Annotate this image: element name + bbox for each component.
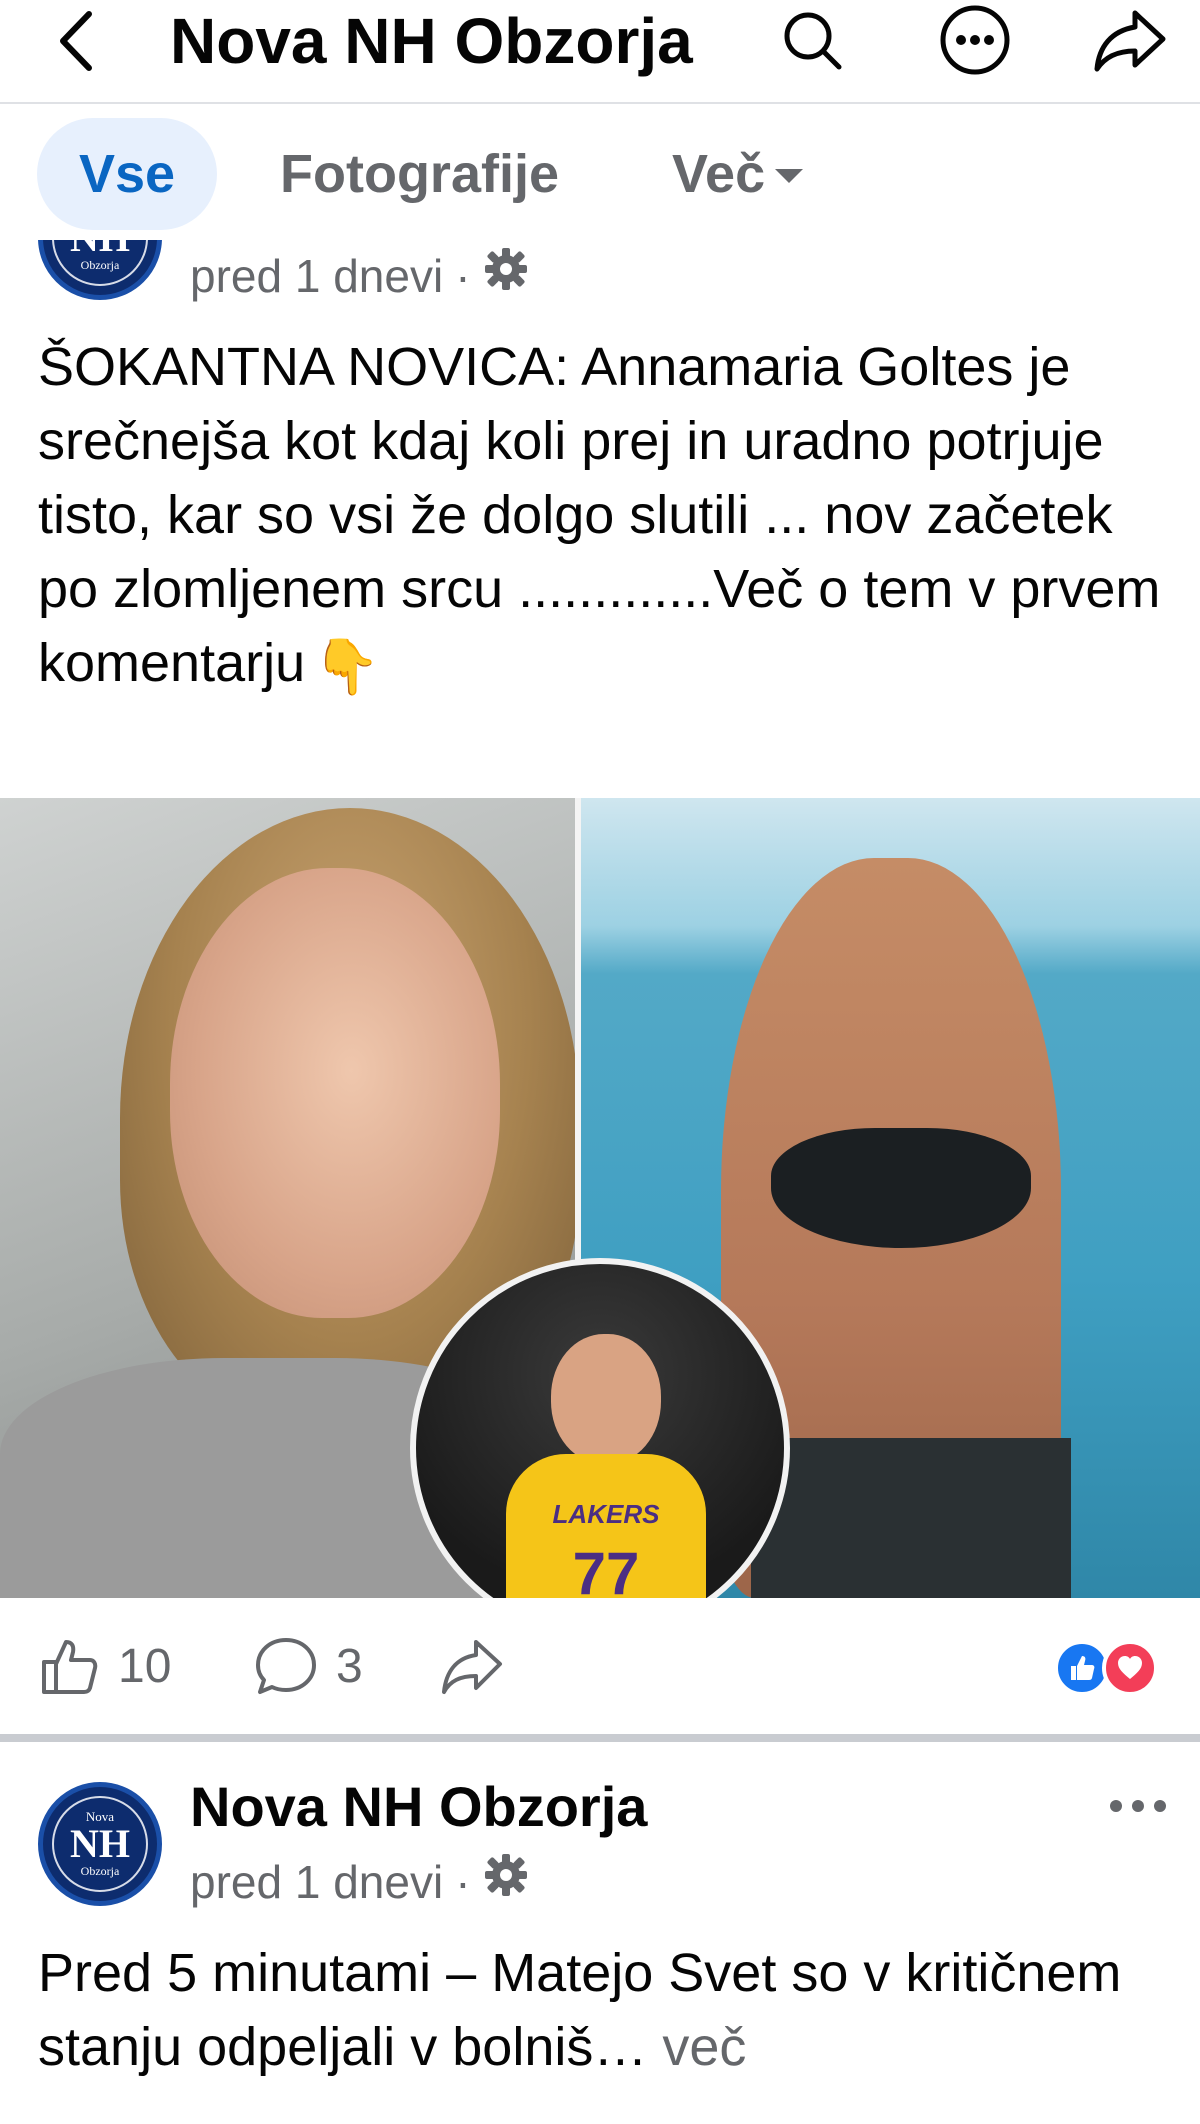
avatar-bottom-text: Obzorja [80, 1864, 120, 1878]
search-icon[interactable] [772, 2, 852, 78]
tab-more[interactable]: Več [672, 118, 804, 230]
page-title: Nova NH Obzorja [170, 5, 693, 77]
tab-more-label: Več [672, 144, 766, 204]
thumbs-up-icon [42, 1640, 98, 1694]
post-actions: 10 3 [0, 1600, 1200, 1730]
meta-separator: · [455, 1856, 471, 1908]
back-arrow-icon[interactable] [50, 6, 100, 76]
like-count: 10 [118, 1639, 172, 1693]
post-options-icon[interactable] [1106, 1786, 1170, 1826]
pointing-down-emoji: 👇 [313, 636, 381, 697]
post-text: Pred 5 minutami – Matejo Svet so v kriti… [38, 1936, 1168, 2084]
share-button[interactable] [440, 1634, 504, 1698]
like-button[interactable]: 10 [36, 1634, 171, 1698]
post-time[interactable]: pred 1 dnevi [190, 246, 443, 306]
comment-count: 3 [336, 1639, 363, 1693]
avatar: Nova NH Obzorja [38, 240, 162, 300]
more-options-icon[interactable] [935, 2, 1015, 78]
gear-icon [483, 246, 529, 306]
comment-button[interactable]: 3 [254, 1634, 363, 1698]
avatar-bottom-text: Obzorja [80, 258, 120, 272]
avatar-main-text: NH [70, 240, 130, 258]
tab-all[interactable]: Vse [37, 118, 217, 230]
gear-icon [483, 1852, 529, 1912]
top-bar: Nova NH Obzorja [0, 0, 1200, 104]
meta-separator: · [455, 250, 471, 302]
post-divider [0, 1734, 1200, 1742]
post-body: Pred 5 minutami – Matejo Svet so v kriti… [38, 1943, 1122, 2077]
filter-tabs: Vse Fotografije Več [0, 110, 1200, 240]
jersey-number-text: 77 [572, 1540, 640, 1598]
share-icon[interactable] [1090, 2, 1170, 78]
post-text: ŠOKANTNA NOVICA: Annamaria Goltes je sre… [38, 330, 1168, 704]
post-author-name[interactable]: Nova NH Obzorja [190, 1772, 647, 1842]
post-photo[interactable]: LAKERS 77 [0, 798, 1200, 1598]
post-time[interactable]: pred 1 dnevi [190, 1852, 443, 1912]
post-body: ŠOKANTNA NOVICA: Annamaria Goltes je sre… [38, 337, 1161, 693]
post-meta: pred 1 dnevi · [190, 1852, 529, 1912]
caret-down-icon [775, 169, 804, 183]
avatar-main-text: NH [70, 1821, 130, 1866]
avatar: Nova NH Obzorja [38, 1782, 162, 1906]
jersey-team-text: LAKERS [552, 1499, 660, 1529]
see-more-link[interactable]: več [662, 2017, 746, 2077]
share-arrow-icon [442, 1640, 502, 1694]
comment-icon [256, 1638, 316, 1694]
post-author-avatar[interactable]: Nova NH Obzorja [38, 1782, 162, 1906]
reaction-summary[interactable] [1054, 1640, 1158, 1696]
love-reaction-icon [1102, 1640, 1158, 1696]
post-meta: pred 1 dnevi · [190, 246, 529, 306]
post-author-avatar-clipped[interactable]: Nova NH Obzorja [38, 240, 162, 300]
tab-photos[interactable]: Fotografije [280, 118, 559, 230]
